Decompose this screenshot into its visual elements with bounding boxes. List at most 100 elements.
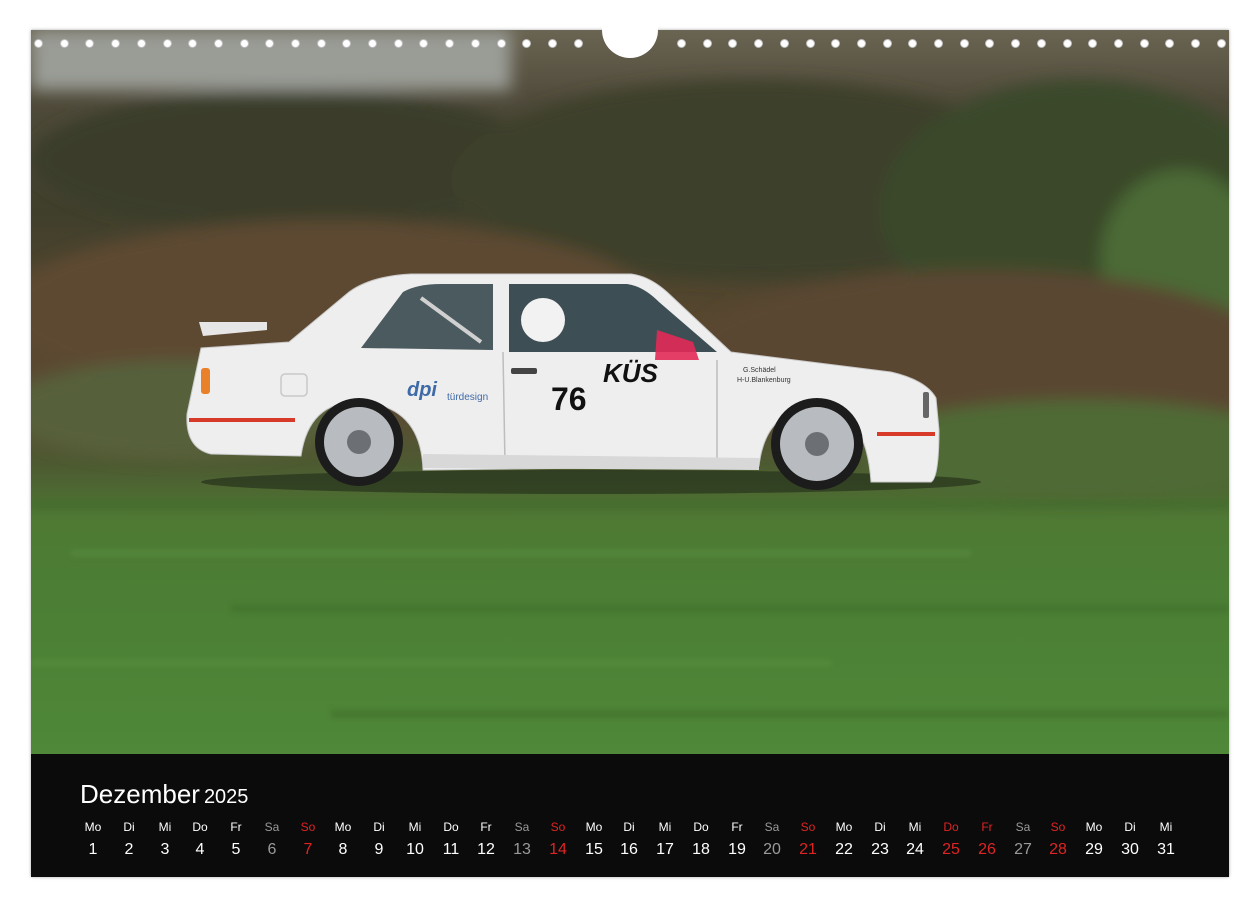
weekday-label: Mo: [835, 820, 853, 834]
weekday-label: Mi: [158, 820, 172, 834]
binding-hole: [137, 39, 146, 48]
binding-hole: [985, 39, 994, 48]
driver-name-2: H-U.Blankenburg: [737, 377, 791, 384]
binding-hole: [394, 39, 403, 48]
binding-hole: [240, 39, 249, 48]
driver-helmet: [521, 298, 565, 342]
binding-hole: [754, 39, 763, 48]
binding-hole: [1063, 39, 1072, 48]
photo-scene: KÜS 76 dpi türdesign G.Schädel H-U.Blank…: [31, 30, 1229, 718]
weekday-label: Di: [1124, 820, 1136, 834]
day-number: 23: [871, 841, 889, 858]
weekday-label: Di: [123, 820, 135, 834]
day-number: 10: [406, 841, 424, 858]
weekday-label: Di: [373, 820, 385, 834]
binding-hole: [857, 39, 866, 48]
front-wheel: [771, 398, 863, 490]
day-number: 27: [1014, 841, 1032, 858]
binding-hole: [1114, 39, 1123, 48]
weekday-label: Sa: [764, 820, 780, 834]
binding-hole: [574, 39, 583, 48]
binding-hole: [522, 39, 531, 48]
day-number: 20: [763, 841, 781, 858]
binding-hole: [1165, 39, 1174, 48]
calendar-sheet: KÜS 76 dpi türdesign G.Schädel H-U.Blank…: [31, 30, 1229, 877]
car-number-decal: 76: [551, 381, 587, 417]
binding-hole: [265, 39, 274, 48]
weekday-label: Mo: [334, 820, 352, 834]
binding-hole: [163, 39, 172, 48]
binding-hole: [934, 39, 943, 48]
weekday-label: Do: [693, 820, 709, 834]
day-number: 8: [338, 841, 348, 858]
day-number: 14: [549, 841, 567, 858]
weekday-label: Do: [192, 820, 208, 834]
binding-hole: [1140, 39, 1149, 48]
day-number: 25: [942, 841, 960, 858]
binding-hole: [703, 39, 712, 48]
weekday-label: Do: [943, 820, 959, 834]
dpi-logo-decal: dpi: [407, 379, 437, 401]
day-number: 24: [906, 841, 924, 858]
weekday-label: Mi: [908, 820, 922, 834]
binding-hole: [1088, 39, 1097, 48]
day-number: 15: [585, 841, 603, 858]
weekday-label: Fr: [230, 820, 242, 834]
weekday-label: Fr: [480, 820, 492, 834]
binding-hole: [1011, 39, 1020, 48]
month-name: Dezember: [80, 779, 200, 809]
driver-name-1: G.Schädel: [743, 367, 776, 374]
binding-hole: [780, 39, 789, 48]
binding-hole: [806, 39, 815, 48]
weekday-label: Mi: [658, 820, 672, 834]
calendar-strip: Dezember 2025 Mo 1 Di 2 Mi 3 Do 4 Fr 5 Sa 6 So 7 Mo 8 Di 9…: [31, 754, 1229, 877]
weekday-label: Mi: [1159, 820, 1173, 834]
rear-wheel: [315, 398, 403, 486]
binding-hole: [677, 39, 686, 48]
binding-hole: [188, 39, 197, 48]
weekday-label: Mi: [408, 820, 422, 834]
day-number: 18: [692, 841, 710, 858]
day-number: 30: [1121, 841, 1139, 858]
day-number: 11: [442, 841, 460, 858]
car-shadow: [201, 470, 981, 494]
turdesign-decal: türdesign: [447, 392, 488, 403]
sponsor-decal: KÜS: [603, 358, 659, 388]
binding-hole: [34, 39, 43, 48]
weekday-label: Sa: [1015, 820, 1031, 834]
rally-car-photo: KÜS 76 dpi türdesign G.Schädel H-U.Blank…: [31, 30, 1229, 754]
day-number: 31: [1157, 841, 1175, 858]
binding-hole: [419, 39, 428, 48]
binding-hole: [728, 39, 737, 48]
weekday-label: Sa: [264, 820, 280, 834]
binding-hole: [1191, 39, 1200, 48]
day-number: 13: [513, 841, 531, 858]
day-number: 17: [656, 841, 674, 858]
binding-hole: [471, 39, 480, 48]
weekday-label: So: [800, 820, 816, 834]
weekday-label: Mo: [585, 820, 603, 834]
weekday-label: Di: [874, 820, 886, 834]
day-number: 19: [728, 841, 746, 858]
binding-hole: [317, 39, 326, 48]
binding-hole: [1037, 39, 1046, 48]
weekday-label: Fr: [731, 820, 743, 834]
day-number: 12: [477, 841, 495, 858]
calendar-title: Dezember 2025: [80, 779, 248, 810]
day-number: 7: [303, 841, 313, 858]
binding-hole: [831, 39, 840, 48]
binding-hole: [548, 39, 557, 48]
weekday-label: So: [550, 820, 566, 834]
weekday-label: Do: [443, 820, 459, 834]
binding-hole: [1217, 39, 1226, 48]
binding-hole: [111, 39, 120, 48]
day-number: 2: [124, 841, 134, 858]
weekday-label: Mo: [84, 820, 102, 834]
binding-hole: [291, 39, 300, 48]
binding-hole: [497, 39, 506, 48]
grass-texture: [31, 500, 1229, 718]
day-number: 28: [1049, 841, 1067, 858]
year-label: 2025: [203, 786, 249, 808]
day-number: 1: [88, 841, 98, 858]
binding-hole: [445, 39, 454, 48]
